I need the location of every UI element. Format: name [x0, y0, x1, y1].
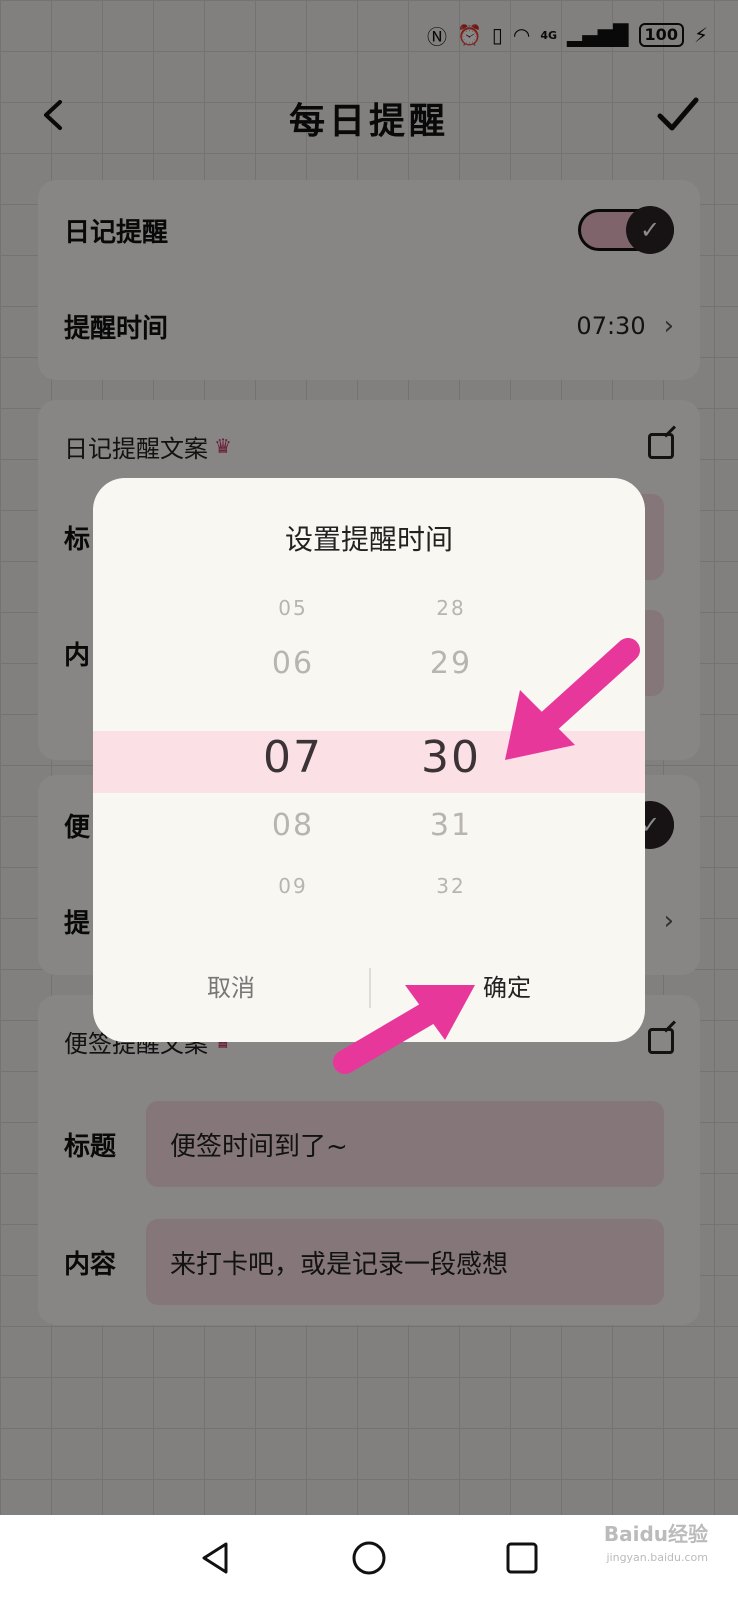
triangle-back-icon — [202, 1542, 228, 1573]
nav-recents-button[interactable] — [502, 1538, 542, 1578]
watermark-text: Baidu经验 — [603, 1522, 708, 1546]
arrow-to-minute-icon — [505, 638, 640, 760]
arrow-to-ok-icon — [333, 985, 475, 1074]
nav-home-button[interactable] — [349, 1538, 389, 1578]
watermark-url: jingyan.baidu.com — [606, 1551, 708, 1564]
watermark: Baidu经验 jingyan.baidu.com — [604, 1522, 708, 1570]
square-recents-icon — [506, 1542, 538, 1573]
annotation-arrows — [333, 638, 640, 1074]
nav-back-button[interactable] — [196, 1538, 236, 1578]
circle-home-icon — [352, 1541, 386, 1574]
